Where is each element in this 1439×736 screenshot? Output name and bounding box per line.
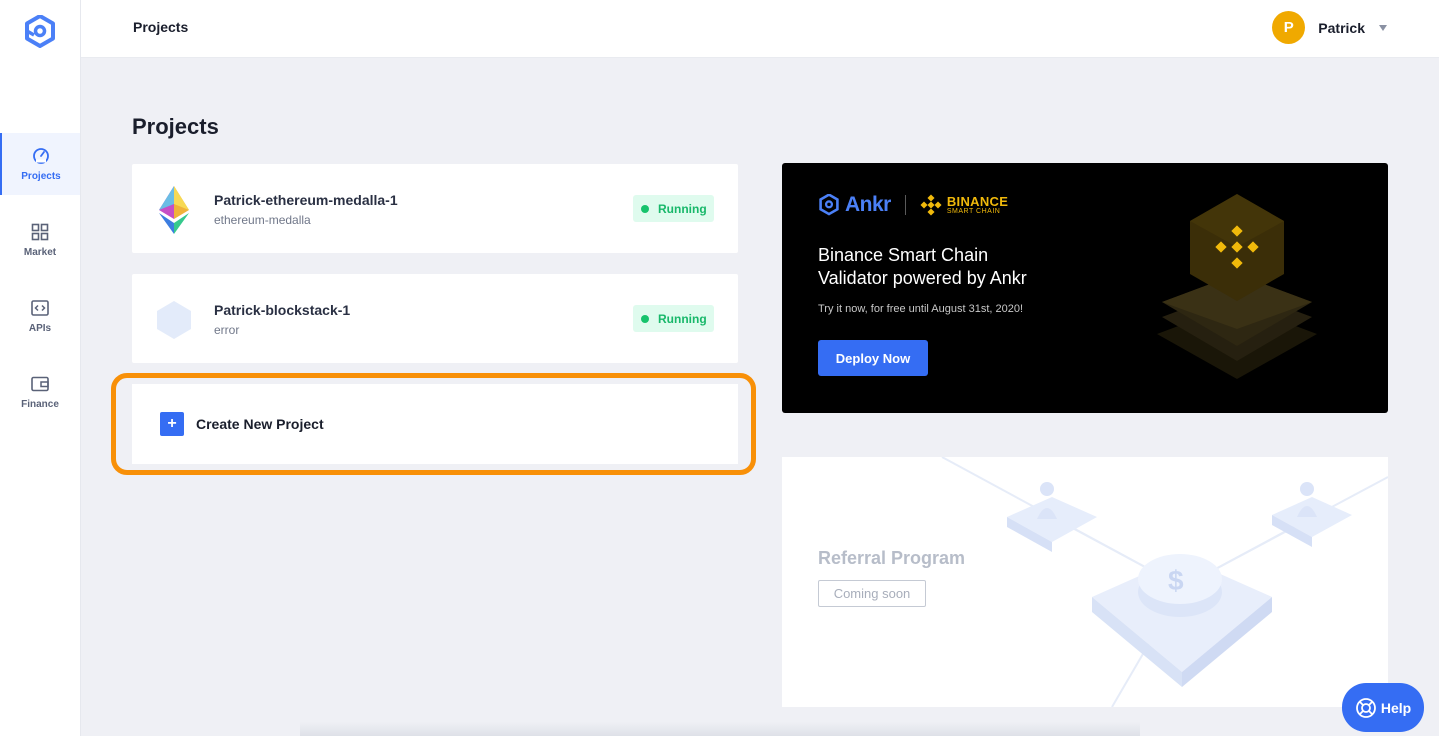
sidebar-item-label: Finance [21,399,59,410]
sidebar-item-apis[interactable]: APIs [0,285,80,347]
plus-icon: + [160,412,184,436]
sidebar: Projects Market APIs Finance [0,0,81,736]
ankr-wordmark: Ankr [845,193,891,216]
ethereum-icon [159,186,189,234]
binance-banner: Ankr BINANCE SMART CHAIN Binance Smart C… [782,163,1388,413]
user-menu[interactable]: P Patrick [1272,11,1387,44]
status-dot [641,204,649,213]
project-card[interactable]: Patrick-blockstack-1 error Running [132,274,738,363]
sidebar-item-label: Market [23,247,57,258]
speedometer-icon [31,146,51,166]
sidebar-item-label: Projects [21,171,61,182]
grid-icon [30,222,50,242]
binance-subline: SMART CHAIN [946,208,1001,215]
banner-subtitle: Try it now, for free until August 31st, … [818,303,1024,315]
hexagon-icon [157,301,191,339]
referral-illustration: $ [941,457,1388,707]
status-text: Running [658,201,707,216]
banner-title: Binance Smart Chain Validator powered by… [818,244,1027,290]
binance-logo: BINANCE SMART CHAIN [920,194,1008,216]
wallet-icon [30,374,50,394]
status-text: Running [658,311,707,326]
user-name: Patrick [1318,19,1365,36]
create-project-button[interactable]: + Create New Project [132,384,738,464]
help-button[interactable]: Help [1342,683,1424,732]
coming-soon-badge: Coming soon [818,580,926,607]
bottom-fade [300,722,1140,736]
ankr-logo-icon [819,194,839,216]
lifebuoy-icon [1355,697,1376,718]
binance-icon [920,194,942,216]
status-badge: Running [633,195,714,222]
avatar: P [1272,11,1306,44]
banner-title-line: Binance Smart Chain [818,245,989,265]
sidebar-item-projects[interactable]: Projects [0,133,80,195]
banner-logos: Ankr BINANCE SMART CHAIN [818,193,1008,217]
svg-text:$: $ [1168,565,1184,596]
sidebar-item-label: APIs [28,323,52,334]
deploy-now-button[interactable]: Deploy Now [818,340,928,376]
ankr-logo-icon[interactable] [24,15,56,49]
binance-stack-illustration [1157,194,1317,379]
page-title: Projects [132,114,219,139]
chevron-down-icon [1379,24,1387,31]
status-dot [641,314,649,323]
sidebar-item-market[interactable]: Market [0,209,80,271]
project-chain: ethereum-medalla [214,213,311,227]
sidebar-item-finance[interactable]: Finance [0,361,80,423]
project-name: Patrick-blockstack-1 [214,302,351,318]
code-icon [30,298,50,318]
referral-title: Referral Program [818,548,966,568]
create-project-label: Create New Project [196,416,324,432]
project-name: Patrick-ethereum-medalla-1 [214,192,398,208]
referral-card: $ Referral Program Coming soon [782,457,1388,707]
logo-divider [904,195,906,215]
top-header: Projects P Patrick [81,0,1439,58]
banner-title-line: Validator powered by Ankr [818,268,1027,288]
status-badge: Running [633,305,714,332]
help-label: Help [1380,699,1412,716]
binance-wordmark: BINANCE [946,194,1009,209]
header-title: Projects [133,19,189,35]
project-chain: error [214,323,240,337]
project-card[interactable]: Patrick-ethereum-medalla-1 ethereum-meda… [132,164,738,253]
